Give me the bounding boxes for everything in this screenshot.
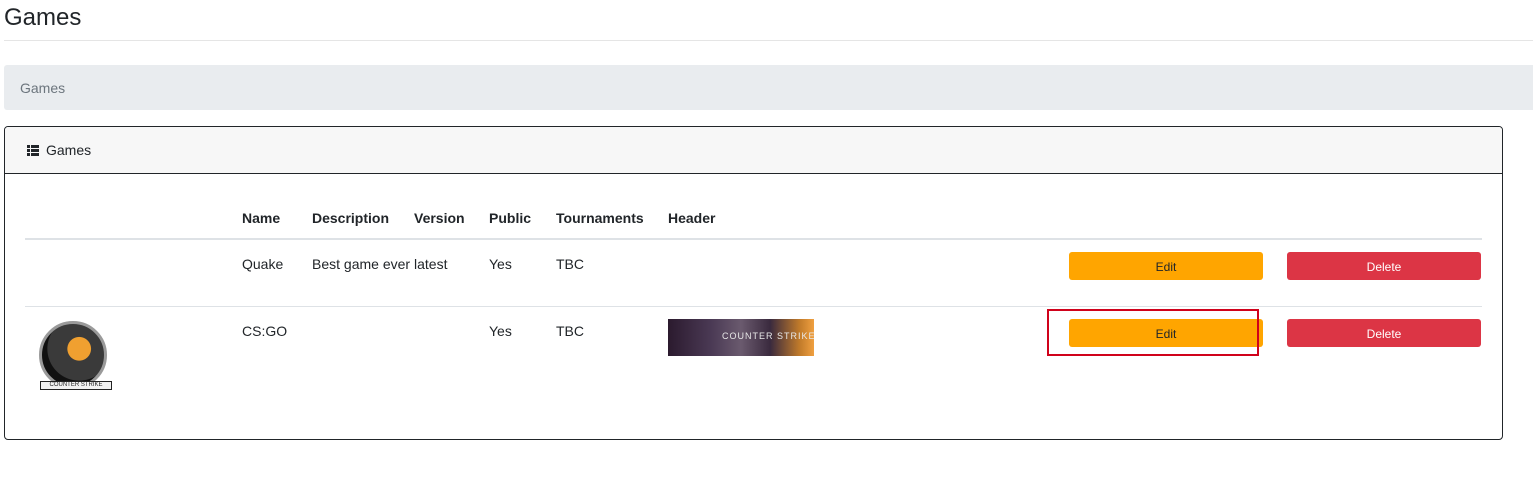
game-version: latest — [414, 239, 489, 307]
delete-button[interactable]: Delete — [1287, 252, 1481, 280]
table-row: Quake Best game ever latest Yes TBC Edit… — [25, 239, 1482, 307]
game-tournaments: TBC — [556, 239, 668, 307]
column-header-version: Version — [414, 197, 489, 240]
delete-cell: Delete — [1275, 306, 1482, 406]
delete-cell: Delete — [1275, 239, 1482, 307]
table-row: COUNTER STRIKE CS:GO Yes TBC COUNTER STR… — [25, 306, 1482, 406]
column-header-description: Description — [312, 197, 414, 240]
banner-caption: COUNTER STRIKE — [722, 330, 814, 341]
game-header-cell — [668, 239, 1057, 307]
game-description: Best game ever — [312, 239, 414, 307]
breadcrumb: Games — [4, 65, 1533, 110]
column-header-public: Public — [489, 197, 556, 240]
game-tournaments: TBC — [556, 322, 584, 339]
title-divider — [4, 40, 1533, 41]
list-icon — [27, 144, 39, 156]
game-public: Yes — [489, 239, 556, 307]
game-name: CS:GO — [242, 322, 288, 339]
edit-button[interactable]: Edit — [1069, 318, 1263, 347]
game-description — [312, 306, 414, 406]
card-header: Games — [5, 127, 1502, 174]
delete-button[interactable]: Delete — [1287, 318, 1481, 347]
column-header-tournaments: Tournaments — [556, 197, 668, 240]
edit-cell: Edit — [1057, 306, 1275, 406]
table-header-row: Name Description Version Public Tourname… — [25, 197, 1482, 240]
column-header-delete — [1275, 197, 1482, 240]
edit-button[interactable]: Edit — [1069, 252, 1263, 280]
game-version — [414, 306, 489, 406]
game-name: Quake — [242, 239, 312, 307]
counter-strike-logo: COUNTER STRIKE — [39, 320, 112, 390]
counter-strike-banner: COUNTER STRIKE — [668, 318, 814, 356]
column-header-edit — [1057, 197, 1275, 240]
game-logo-cell: COUNTER STRIKE — [25, 306, 242, 406]
game-public: Yes — [489, 322, 512, 339]
column-header-name: Name — [242, 197, 312, 240]
column-header-header: Header — [668, 197, 1057, 240]
logo-caption: COUNTER STRIKE — [40, 380, 112, 390]
games-table: Name Description Version Public Tourname… — [25, 197, 1482, 406]
games-card: Games Name Description Version Public To… — [4, 126, 1503, 440]
card-header-title: Games — [46, 142, 92, 158]
edit-cell: Edit — [1057, 239, 1275, 307]
page-title: Games — [4, 4, 82, 31]
games-table-wrapper: Name Description Version Public Tourname… — [25, 197, 1482, 406]
game-header-cell: COUNTER STRIKE — [668, 306, 1057, 406]
column-header-logo — [25, 197, 242, 240]
breadcrumb-item-games: Games — [20, 79, 66, 96]
game-logo-cell — [25, 239, 242, 307]
